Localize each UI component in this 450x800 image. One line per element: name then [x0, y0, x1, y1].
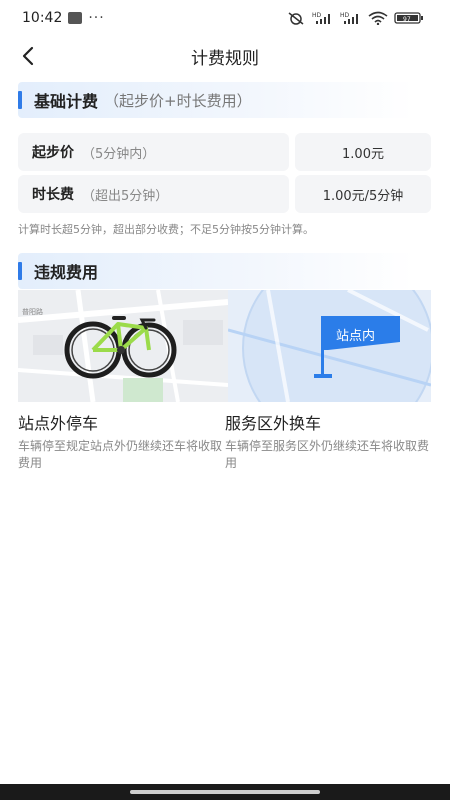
nav-bar: 计费规则: [0, 36, 450, 76]
more-notifications-icon: ···: [88, 10, 105, 26]
svg-text:HD: HD: [340, 12, 350, 19]
signal-hd-icon: HD: [312, 12, 330, 24]
case-title: 站点外停车: [18, 414, 99, 433]
section-accent-bar: [18, 91, 22, 109]
fee-price: 1.00元/5分钟: [295, 175, 431, 213]
fee-note: （5分钟内）: [82, 146, 156, 162]
basic-fee-header: 基础计费 （起步价+时长费用）: [18, 82, 414, 118]
page-title: 计费规则: [191, 49, 259, 69]
status-time: 10:42: [22, 10, 63, 26]
outside-station-map: 普阳路: [18, 290, 229, 402]
section-accent-bar: [18, 262, 22, 280]
inside-station-map: 站点内: [227, 290, 431, 402]
station-flag-illustration: 站点内: [227, 290, 431, 402]
status-bar: 10:42 ··· HD HD 97: [0, 0, 450, 36]
signal-hd-icon-2: HD: [340, 12, 358, 24]
violation-fee-title: 违规费用: [34, 263, 99, 282]
violation-fee-header: 违规费用: [18, 253, 414, 289]
home-indicator[interactable]: [130, 790, 320, 794]
case-desc: 车辆停至规定站点外仍继续还车将收取费用: [18, 439, 223, 470]
violation-illustration: 普阳路 站点内: [18, 290, 431, 402]
svg-text:HD: HD: [312, 12, 322, 19]
gesture-bar: [0, 784, 450, 800]
wifi-icon: [368, 11, 388, 25]
fee-name: 时长费: [32, 187, 74, 203]
fee-price: 1.00元: [295, 133, 431, 171]
case-desc: 车辆停至服务区外仍继续还车将收取费用: [225, 439, 430, 470]
fee-note: （超出5分钟）: [82, 188, 169, 204]
fee-name-cell: 起步价 （5分钟内）: [18, 133, 289, 171]
fee-row-duration: 时长费 （超出5分钟） 1.00元/5分钟: [18, 175, 431, 213]
basic-fee-subtitle: （起步价+时长费用）: [104, 91, 252, 110]
battery-icon: 97: [394, 12, 423, 24]
flag-label: 站点内: [336, 328, 375, 344]
notification-icon: [68, 12, 83, 24]
fee-row-start: 起步价 （5分钟内） 1.00元: [18, 133, 431, 171]
case-outside-station: 站点外停车 车辆停至规定站点外仍继续还车将收取费用: [18, 410, 223, 472]
fee-name: 起步价: [32, 145, 74, 161]
battery-level: 97: [403, 16, 411, 23]
alarm-off-icon: [288, 12, 304, 25]
map-bicycle-illustration: 普阳路: [18, 290, 229, 402]
status-right: HD HD 97: [286, 11, 424, 25]
map-road-label: 普阳路: [22, 307, 43, 316]
fee-name-cell: 时长费 （超出5分钟）: [18, 175, 289, 213]
basic-fee-title: 基础计费: [34, 92, 99, 111]
status-left: 10:42 ···: [22, 10, 105, 26]
billing-note: 计算时长超5分钟，超出部分收费；不足5分钟按5分钟计算。: [18, 223, 314, 236]
case-title: 服务区外换车: [225, 414, 322, 433]
case-outside-service-area: 服务区外换车 车辆停至服务区外仍继续还车将收取费用: [225, 410, 430, 472]
